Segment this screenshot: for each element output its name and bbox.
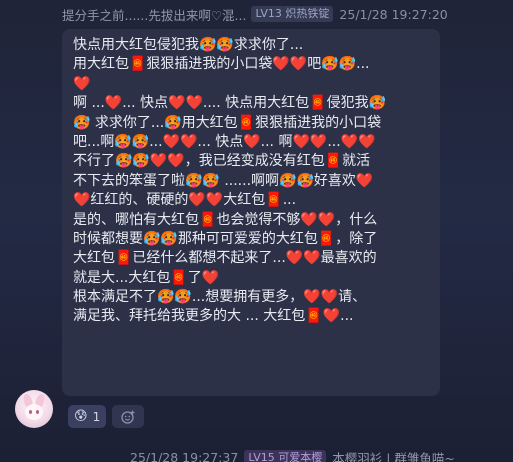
message-line: 是的、哪怕有大红包🧧也会觉得不够❤️❤️，什么 bbox=[73, 211, 378, 228]
message-line: 啊 ...❤️... 快点❤️❤️.... 快点用大红包🧧侵犯我🥵 bbox=[73, 95, 387, 112]
level-badge: LV13 炽热铁锭 bbox=[251, 6, 334, 22]
message-line: 不行了🥵🥵❤️❤️，我已经变成没有红包🧧就活 bbox=[73, 153, 371, 170]
message-timestamp: 25/1/28 19:27:37 bbox=[130, 450, 239, 462]
message-line: 根本满足不了🥵🥵...想要拥有更多，❤️❤️请、 bbox=[73, 289, 367, 306]
add-emoji-icon bbox=[121, 410, 135, 424]
message-line: 用大红包🧧狠狠插进我的小口袋❤️❤️吧🥵🥵... bbox=[73, 56, 370, 73]
reaction-chip[interactable]: 😰 1 bbox=[68, 405, 107, 428]
previous-message-meta: 提分手之前......先拔出来啊♡混... LV13 炽热铁锭 25/1/28 … bbox=[62, 3, 448, 25]
level-badge: LV15 可爱本樱 bbox=[244, 449, 327, 462]
reply-preview-text[interactable]: 提分手之前......先拔出来啊♡混... bbox=[62, 5, 246, 24]
message-line: ❤️红红的、硬硬的❤️❤️大红包🧧... bbox=[73, 192, 297, 209]
message-line: 满足我、拜托给我更多的大 ... 大红包🧧❤️... bbox=[73, 308, 354, 325]
avatar-face bbox=[25, 404, 43, 420]
message-line: ❤️ bbox=[73, 75, 91, 92]
anxious-face-icon: 😰 bbox=[74, 409, 88, 424]
message-line: 快点用大红包侵犯我🥵🥵求求你了... bbox=[73, 37, 304, 53]
next-message-meta: 25/1/28 19:27:37 LV15 可爱本樱 本樱羽衫 | 群雏鱼喵~ bbox=[130, 448, 455, 462]
reaction-bar: 😰 1 bbox=[68, 405, 145, 428]
message-line: 🥵 求求你了...🥵用大红包🧧狠狠插进我的小口袋 bbox=[73, 114, 382, 131]
avatar-eye bbox=[29, 410, 32, 414]
message-line: 就是大...大红包🧧了❤️ bbox=[73, 269, 220, 286]
message-line: 吧...啊🥵🥵...❤️❤️... 快点❤️... 啊❤️❤️...❤️❤️ bbox=[73, 133, 376, 150]
chat-window: 提分手之前......先拔出来啊♡混... LV13 炽热铁锭 25/1/28 … bbox=[0, 0, 513, 462]
sender-nickname[interactable]: 本樱羽衫 | 群雏鱼喵~ bbox=[332, 448, 455, 462]
avatar-eye bbox=[36, 410, 39, 414]
message-timestamp: 25/1/28 19:27:20 bbox=[339, 6, 448, 22]
message-bubble[interactable]: 快点用大红包侵犯我🥵🥵求求你了... 用大红包🧧狠狠插进我的小口袋❤️❤️吧🥵🥵… bbox=[62, 29, 440, 396]
avatar[interactable] bbox=[15, 390, 53, 428]
reaction-count: 1 bbox=[92, 409, 101, 424]
message-line: 不下去的笨蛋了啦🥵🥵 ......啊啊🥵🥵好喜欢❤️ bbox=[73, 172, 374, 189]
message-line: 时候都想要🥵🥵那种可可爱爱的大红包🧧，除了 bbox=[73, 230, 378, 247]
message-line: 大红包🧧已经什么都想不起来了...❤️❤️最喜欢的 bbox=[73, 250, 377, 267]
add-reaction-button[interactable] bbox=[112, 405, 145, 428]
